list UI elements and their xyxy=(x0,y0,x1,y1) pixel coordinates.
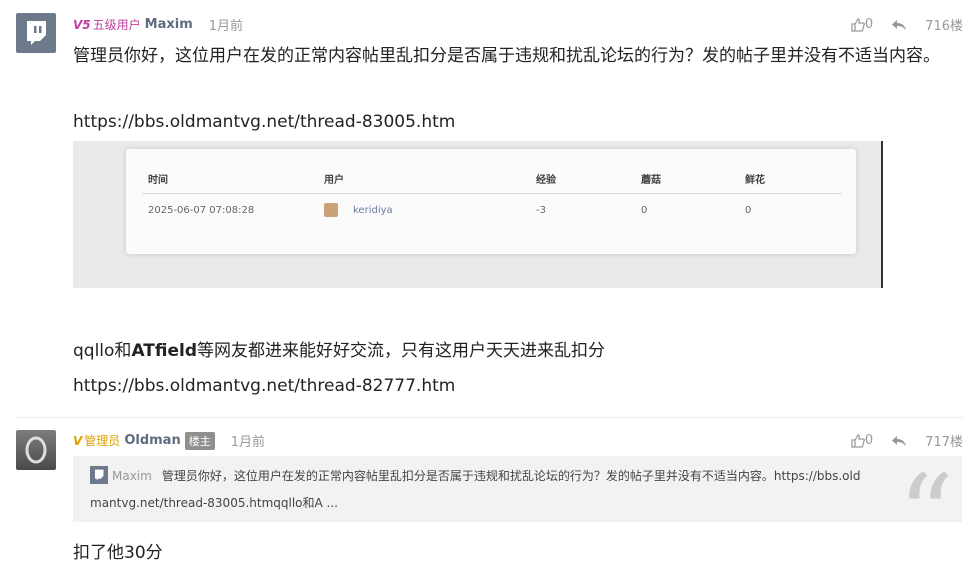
op-badge: 楼主 xyxy=(184,431,215,450)
post-body: 管理员你好，这位用户在发的正常内容帖里乱扣分是否属于违规和扰乱论坛的行为？发的帖… xyxy=(73,40,968,72)
twitch-icon xyxy=(90,466,108,484)
reply-icon xyxy=(892,435,907,447)
avatar[interactable] xyxy=(16,430,56,470)
level-label: 五级用户 xyxy=(92,18,141,32)
post-divider xyxy=(16,417,963,418)
col-flower: 鲜花 xyxy=(745,175,765,186)
post-actions: 0 717楼 xyxy=(833,431,963,450)
post-link-1-row: https://bbs.oldmantvg.net/thread-83005.h… xyxy=(73,106,968,138)
user-avatar-icon xyxy=(324,203,338,217)
post-link-1[interactable]: https://bbs.oldmantvg.net/thread-83005.h… xyxy=(73,112,455,132)
col-user: 用户 xyxy=(324,175,344,186)
like-count: 0 xyxy=(864,17,874,32)
quote-username: Maxim xyxy=(112,469,152,483)
quote-line-2: mantvg.net/thread-83005.htmqqllo和A ... xyxy=(90,496,338,510)
post-text-2: qqllo和ATfield等网友都进来能好好交流，只有这用户天天进来乱扣分 xyxy=(73,335,968,367)
cell-flower: 0 xyxy=(745,205,752,216)
quote-text: 管理员你好，这位用户在发的正常内容帖里乱扣分是否属于违规和扰乱论坛的行为？发的帖… xyxy=(161,469,861,483)
twitch-icon xyxy=(27,21,46,45)
admin-badge-icon: V xyxy=(73,433,83,448)
like-button[interactable]: 0 xyxy=(851,433,873,448)
reply-button[interactable] xyxy=(891,434,907,448)
level-label: 管理员 xyxy=(84,434,121,448)
post-link-2-row: https://bbs.oldmantvg.net/thread-82777.h… xyxy=(73,370,968,402)
user-level: V5 五级用户 xyxy=(73,16,141,33)
post-text: 管理员你好，这位用户在发的正常内容帖里乱扣分是否属于违规和扰乱论坛的行为？发的帖… xyxy=(73,46,940,66)
post-link-2[interactable]: https://bbs.oldmantvg.net/thread-82777.h… xyxy=(73,376,455,396)
quoted-post[interactable]: “ Maxim 管理员你好，这位用户在发的正常内容帖里乱扣分是否属于违规和扰乱论坛… xyxy=(73,456,962,522)
avatar[interactable] xyxy=(16,13,56,53)
post-meta: V5 五级用户 Maxim 1月前 xyxy=(73,15,243,34)
cell-time: 2025-06-07 07:08:28 xyxy=(148,205,255,216)
col-exp: 经验 xyxy=(536,175,556,186)
reply-button[interactable] xyxy=(891,18,907,32)
text-2-post: 等网友都进来能好好交流，只有这用户天天进来乱扣分 xyxy=(197,341,605,361)
letter-o-icon xyxy=(25,436,47,464)
like-count: 0 xyxy=(864,433,874,448)
like-button[interactable]: 0 xyxy=(851,17,873,32)
score-log-table: 时间 用户 经验 蘑菇 鲜花 2025-06-07 07:08:28 kerid… xyxy=(126,149,856,254)
user-level: V 管理员 xyxy=(73,432,120,449)
floor-number: 717楼 xyxy=(925,435,963,450)
cell-exp: -3 xyxy=(536,205,546,216)
thumbs-up-icon xyxy=(851,17,865,32)
post-time: 1月前 xyxy=(208,19,244,34)
thumbs-up-icon xyxy=(851,433,865,448)
col-time: 时间 xyxy=(148,175,168,186)
cell-mushroom: 0 xyxy=(641,205,648,216)
username[interactable]: Maxim xyxy=(145,17,193,32)
reply-icon xyxy=(892,19,907,31)
reply-text: 扣了他30分 xyxy=(73,543,163,563)
post-time: 1月前 xyxy=(230,435,265,450)
text-2-pre: qqllo和 xyxy=(73,341,132,361)
floor-number: 716楼 xyxy=(925,19,963,34)
text-2-bold: ATfield xyxy=(131,341,197,361)
quote-line-1: Maxim 管理员你好，这位用户在发的正常内容帖里乱扣分是否属于违规和扰乱论坛的行… xyxy=(90,463,950,490)
post-meta: V 管理员 Oldman 楼主 1月前 xyxy=(73,431,265,450)
level-badge-icon: V5 xyxy=(73,17,91,32)
embedded-screenshot[interactable]: 时间 用户 经验 蘑菇 鲜花 2025-06-07 07:08:28 kerid… xyxy=(73,141,883,288)
col-mushroom: 蘑菇 xyxy=(641,175,661,186)
post-actions: 0 716楼 xyxy=(833,15,963,34)
table-divider xyxy=(142,193,842,194)
username[interactable]: Oldman xyxy=(124,433,180,448)
cell-user: keridiya xyxy=(353,205,393,216)
